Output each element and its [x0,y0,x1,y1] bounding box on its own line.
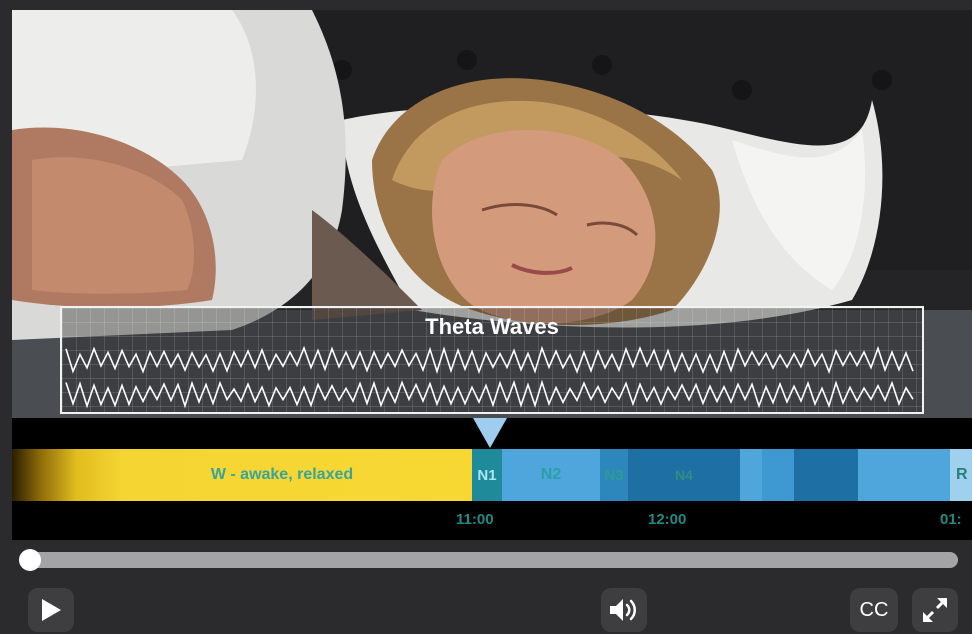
play-button[interactable] [28,588,74,632]
eeg-waveforms [65,345,914,409]
fullscreen-button[interactable] [912,588,958,632]
stage-n4: N4 [628,449,740,501]
stage-n3: N3 [600,449,628,501]
stage-n2: N2 [502,449,600,501]
video-frame[interactable]: Theta Waves [12,10,972,418]
volume-button[interactable] [601,588,647,632]
video-player[interactable]: Theta Waves W - awake, relaxed N1 N2 N3 … [0,0,972,634]
stage-next-partial: R [950,449,972,501]
play-icon [42,599,61,621]
position-pointer [473,418,507,448]
time-label-1100: 11:00 [456,511,494,528]
closed-captions-button[interactable]: CC [850,588,898,632]
eeg-trace-1 [65,345,914,375]
theta-waves-overlay: Theta Waves [60,306,924,414]
stage-wake: W - awake, relaxed [12,449,472,501]
stage-block [858,449,950,501]
volume-icon [610,599,636,621]
fullscreen-icon [923,598,947,622]
progress-knob[interactable] [19,549,41,571]
eeg-trace-2 [65,379,914,409]
sleep-stage-bar: W - awake, relaxed N1 N2 N3 N4 R [12,449,972,501]
stage-n1: N1 [472,449,502,501]
progress-track[interactable] [20,552,958,568]
stage-block [794,449,858,501]
stage-block [740,449,762,501]
time-label-1200: 12:00 [648,511,687,528]
time-label-0100: 01: [940,511,962,528]
stage-block [762,449,794,501]
